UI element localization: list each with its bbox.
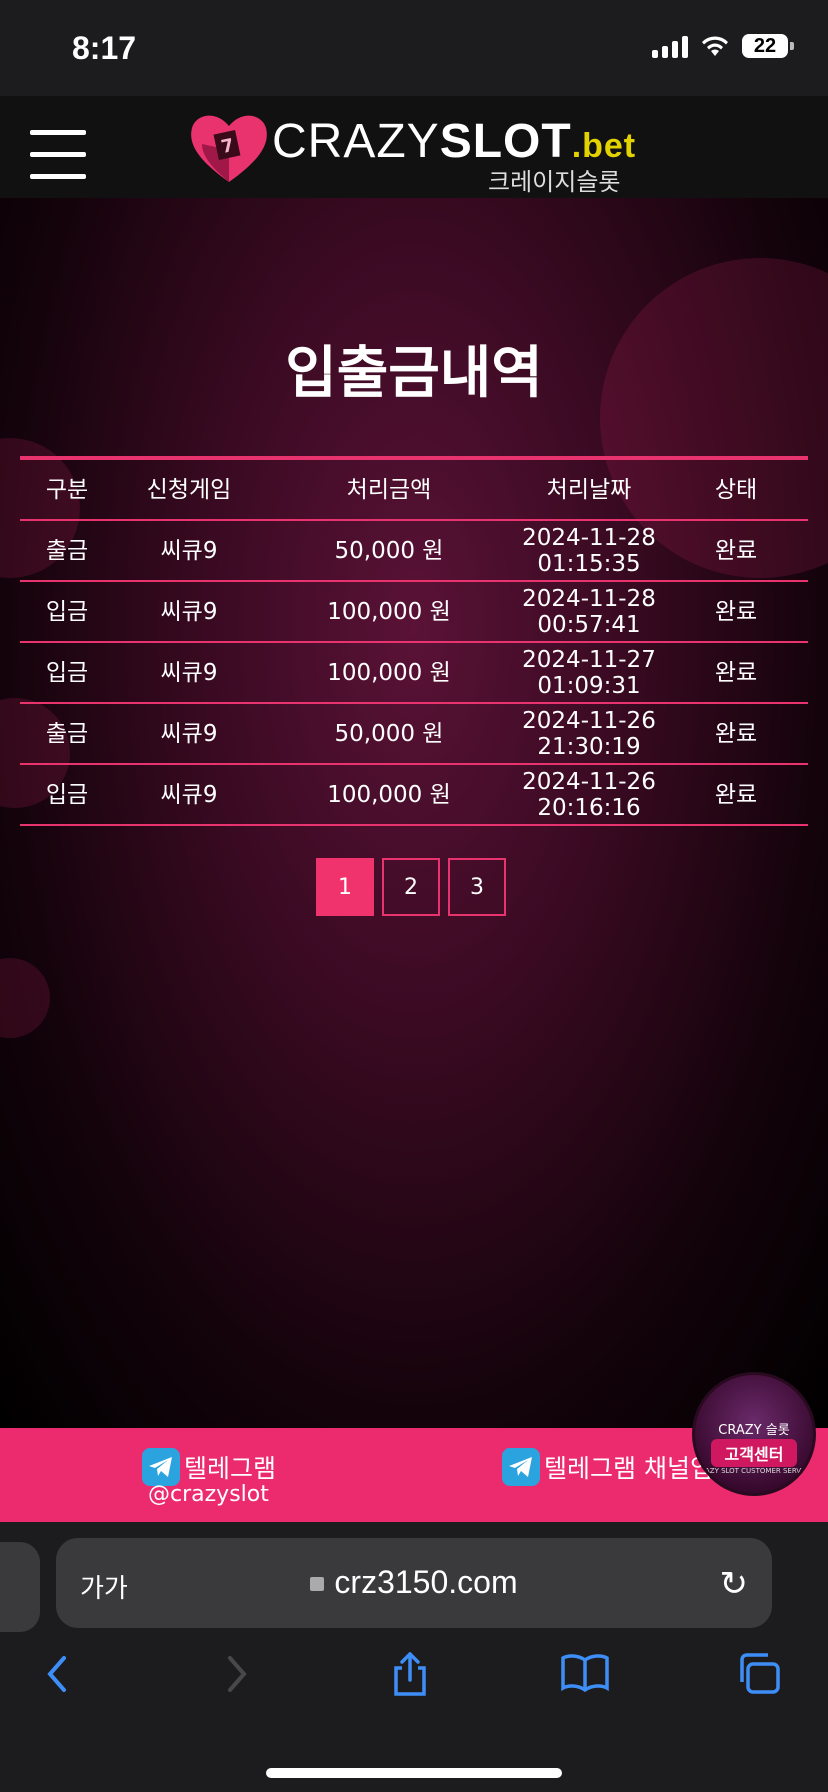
- column-header: 상태: [714, 476, 758, 503]
- hamburger-menu-icon[interactable]: [30, 130, 86, 180]
- status-time: 8:17: [72, 30, 137, 66]
- status-icons: 22: [652, 34, 794, 58]
- cell-type: 입금: [45, 598, 89, 625]
- telegram-channel-link[interactable]: 텔레그램 채널입: [502, 1448, 713, 1486]
- cell-game: 씨큐9: [160, 720, 218, 747]
- cell-amount: 100,000 원: [327, 659, 451, 686]
- cell-type: 출금: [45, 720, 89, 747]
- cell-time: 21:30:19: [537, 733, 641, 760]
- lock-icon: [310, 1577, 325, 1591]
- cell-amount: 50,000 원: [334, 720, 444, 747]
- cell-amount: 50,000 원: [334, 537, 444, 564]
- url-text: crz3150.com: [56, 1564, 772, 1601]
- home-indicator: [266, 1768, 562, 1778]
- logo-korean-text: 크레이지슬롯: [488, 168, 621, 196]
- column-header: 처리날짜: [546, 476, 632, 503]
- column-header: 처리금액: [346, 476, 432, 503]
- forward-icon[interactable]: [222, 1652, 252, 1696]
- cell-date: 2024-11-26: [522, 768, 656, 795]
- table-row: 입금 씨큐9 100,000 원 2024-11-27 01:09:31 완료: [20, 643, 808, 704]
- cs-badge-brand: CRAZY 슬롯: [718, 1423, 790, 1438]
- cell-status: 완료: [714, 720, 758, 747]
- cell-status: 완료: [714, 537, 758, 564]
- logo-wordmark: CRAZYSLOT.bet: [272, 115, 637, 168]
- bookmarks-icon[interactable]: [560, 1652, 610, 1692]
- previous-tab-preview[interactable]: [0, 1542, 40, 1632]
- telegram-channel-label: 텔레그램 채널입: [544, 1454, 713, 1483]
- page-button-3[interactable]: 3: [448, 858, 506, 916]
- table-row: 출금 씨큐9 50,000 원 2024-11-26 21:30:19 완료: [20, 704, 808, 765]
- cell-datetime: 2024-11-28 01:15:35: [514, 525, 664, 577]
- cell-time: 20:16:16: [537, 794, 641, 821]
- cell-date: 2024-11-28: [522, 524, 656, 551]
- cell-time: 00:57:41: [537, 611, 641, 638]
- page-button-2[interactable]: 2: [382, 858, 440, 916]
- cell-type: 입금: [45, 659, 89, 686]
- cell-datetime: 2024-11-28 00:57:41: [514, 586, 664, 638]
- pagination: 1 2 3: [316, 858, 506, 916]
- cell-datetime: 2024-11-26 20:16:16: [514, 769, 664, 821]
- cell-game: 씨큐9: [160, 781, 218, 808]
- page-title: 입출금내역: [285, 341, 543, 406]
- cell-date: 2024-11-27: [522, 646, 656, 673]
- site-header: 7 CRAZYSLOT.bet 크레이지슬롯: [0, 96, 828, 198]
- cell-amount: 100,000 원: [327, 598, 451, 625]
- table-row: 입금 씨큐9 100,000 원 2024-11-28 00:57:41 완료: [20, 582, 808, 643]
- cs-badge-label: 고객센터: [711, 1439, 797, 1467]
- cell-date: 2024-11-28: [522, 585, 656, 612]
- cell-datetime: 2024-11-26 21:30:19: [514, 708, 664, 760]
- cell-game: 씨큐9: [160, 537, 218, 564]
- address-bar[interactable]: 가가 crz3150.com ↻: [56, 1538, 772, 1628]
- table-row: 출금 씨큐9 50,000 원 2024-11-28 01:15:35 완료: [20, 521, 808, 582]
- back-icon[interactable]: [42, 1652, 72, 1696]
- table-header-row: 구분 신청게임 처리금액 처리날짜 상태: [20, 460, 808, 521]
- cell-type: 입금: [45, 781, 89, 808]
- telegram-icon: [502, 1448, 540, 1486]
- share-icon[interactable]: [390, 1652, 430, 1698]
- telegram-label: 텔레그램: [184, 1454, 277, 1483]
- battery-icon: 22: [742, 34, 794, 58]
- cell-type: 출금: [45, 537, 89, 564]
- table-row: 입금 씨큐9 100,000 원 2024-11-26 20:16:16 완료: [20, 765, 808, 826]
- browser-toolbar: 가가 crz3150.com ↻: [0, 1522, 828, 1792]
- heart-slot-logo-icon: 7: [191, 115, 267, 182]
- browser-nav: [0, 1642, 828, 1712]
- customer-service-button[interactable]: CRAZY 슬롯 고객센터 CRAZY SLOT CUSTOMER SERVIC…: [692, 1372, 816, 1496]
- page-button-1[interactable]: 1: [316, 858, 374, 916]
- cs-badge-subtitle: CRAZY SLOT CUSTOMER SERVICE: [695, 1467, 813, 1475]
- tabs-icon[interactable]: [736, 1652, 782, 1696]
- reload-icon[interactable]: ↻: [720, 1564, 749, 1604]
- cell-status: 완료: [714, 781, 758, 808]
- cell-time: 01:09:31: [537, 672, 641, 699]
- telegram-handle: @crazyslot: [148, 1482, 269, 1507]
- site-logo[interactable]: 7 CRAZYSLOT.bet 크레이지슬롯: [188, 110, 648, 196]
- column-header: 구분: [45, 476, 89, 503]
- column-header: 신청게임: [146, 476, 232, 503]
- wifi-icon: [702, 36, 728, 56]
- telegram-link[interactable]: 텔레그램: [142, 1448, 276, 1486]
- main-content: 입출금내역 구분 신청게임 처리금액 처리날짜 상태 출금 씨큐9 50,000…: [0, 198, 828, 1428]
- cell-date: 2024-11-26: [522, 707, 656, 734]
- cell-datetime: 2024-11-27 01:09:31: [514, 647, 664, 699]
- transaction-table: 구분 신청게임 처리금액 처리날짜 상태 출금 씨큐9 50,000 원 202…: [20, 456, 808, 826]
- telegram-icon: [142, 1448, 180, 1486]
- cell-amount: 100,000 원: [327, 781, 451, 808]
- cell-status: 완료: [714, 598, 758, 625]
- cell-status: 완료: [714, 659, 758, 686]
- cell-game: 씨큐9: [160, 659, 218, 686]
- cell-game: 씨큐9: [160, 598, 218, 625]
- background-decoration: [0, 958, 50, 1038]
- cell-time: 01:15:35: [537, 550, 641, 577]
- signal-icon: [652, 34, 688, 58]
- status-bar: 8:17 22: [0, 0, 828, 96]
